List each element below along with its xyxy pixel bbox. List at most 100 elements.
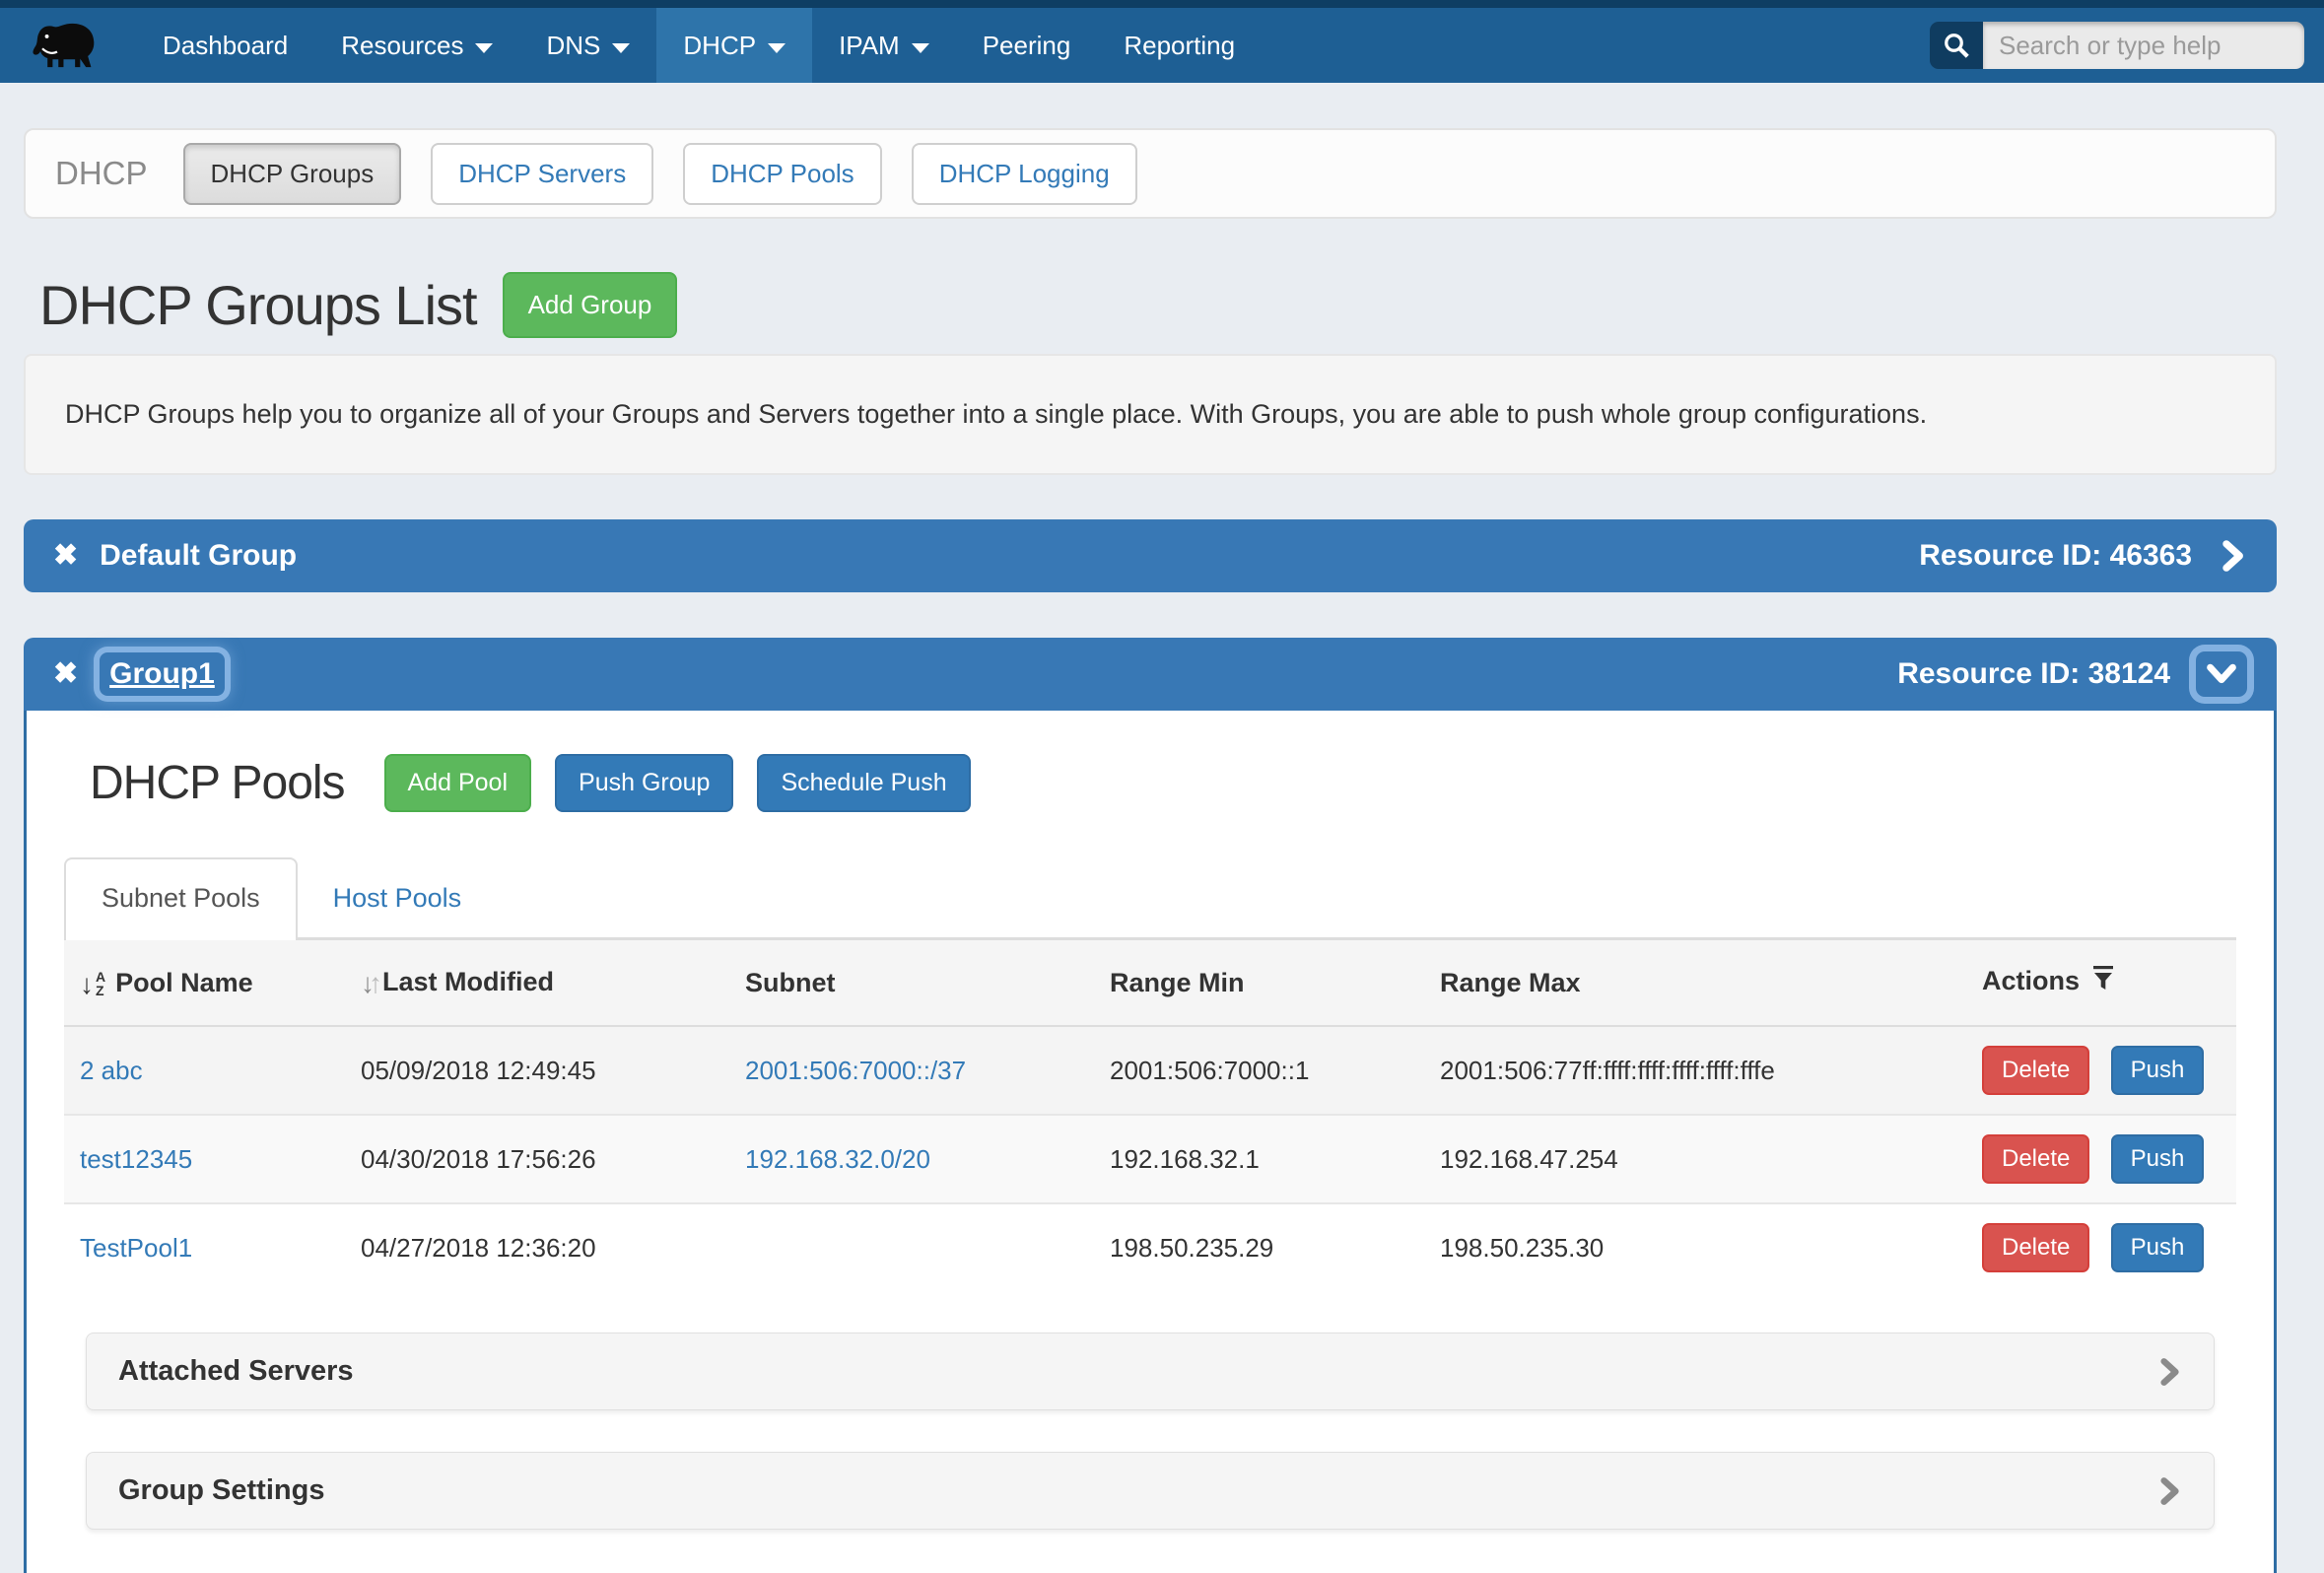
chevron-right-icon xyxy=(2156,1357,2182,1387)
sort-alpha-icon: ↓AZ xyxy=(80,971,105,998)
subnet-link[interactable]: 192.168.32.0/20 xyxy=(745,1144,930,1174)
group-settings-label: Group Settings xyxy=(118,1474,324,1507)
pools-tab-row: Subnet Pools Host Pools xyxy=(64,857,2236,940)
range-max-cell: 2001:506:77ff:ffff:ffff:ffff:ffff:fffe xyxy=(1424,1026,1966,1115)
page-title: DHCP Groups List xyxy=(39,273,477,337)
nav-item-label: Peering xyxy=(983,31,1071,61)
group1-panel-body: DHCP Pools Add Pool Push Group Schedule … xyxy=(24,711,2277,1573)
pools-title: DHCP Pools xyxy=(90,756,345,810)
description-text: DHCP Groups help you to organize all of … xyxy=(65,399,1927,429)
last-modified-cell: 05/09/2018 12:49:45 xyxy=(345,1026,729,1115)
push-button[interactable]: Push xyxy=(2111,1046,2205,1095)
page-header: DHCP Groups List Add Group xyxy=(39,272,2277,338)
column-header-range-min[interactable]: Range Min xyxy=(1094,940,1424,1026)
resource-id-label: Resource ID: 38124 xyxy=(1897,657,2170,691)
search-button[interactable] xyxy=(1930,22,1983,69)
pools-header: DHCP Pools Add Pool Push Group Schedule … xyxy=(90,754,2236,812)
nav-item-peering[interactable]: Peering xyxy=(956,8,1098,83)
table-row: TestPool1 04/27/2018 12:36:20 198.50.235… xyxy=(64,1203,2236,1291)
push-button[interactable]: Push xyxy=(2111,1134,2205,1184)
subnet-link[interactable]: 2001:506:7000::/37 xyxy=(745,1056,966,1085)
range-min-cell: 2001:506:7000::1 xyxy=(1094,1026,1424,1115)
table-row: test12345 04/30/2018 17:56:26 192.168.32… xyxy=(64,1115,2236,1203)
remove-group-icon[interactable]: ✖ xyxy=(53,541,78,571)
last-modified-cell: 04/27/2018 12:36:20 xyxy=(345,1203,729,1291)
group-name-link[interactable]: Group1 xyxy=(100,652,225,696)
nav-item-resources[interactable]: Resources xyxy=(314,8,519,83)
group-panel-group1: ✖ Group1 Resource ID: 38124 DHCP Pools A… xyxy=(24,638,2277,1573)
column-header-actions[interactable]: Actions xyxy=(1966,940,2236,1026)
nav-item-label: Reporting xyxy=(1124,31,1235,61)
group-settings-panel[interactable]: Group Settings xyxy=(86,1452,2215,1530)
column-label: Pool Name xyxy=(115,968,253,997)
nav-item-dhcp[interactable]: DHCP xyxy=(656,8,812,83)
dhcp-subnav: DHCP DHCP Groups DHCP Servers DHCP Pools… xyxy=(24,128,2277,219)
page-content: DHCP DHCP Groups DHCP Servers DHCP Pools… xyxy=(0,83,2324,1573)
pool-name-link[interactable]: test12345 xyxy=(80,1144,192,1174)
chevron-down-icon xyxy=(2206,660,2237,688)
nav-item-label: IPAM xyxy=(839,31,900,61)
nav-item-label: Resources xyxy=(341,31,463,61)
tab-dhcp-pools[interactable]: DHCP Pools xyxy=(683,143,881,205)
push-button[interactable]: Push xyxy=(2111,1223,2205,1272)
search-icon xyxy=(1942,31,1971,60)
app-logo[interactable] xyxy=(30,8,106,83)
chevron-down-icon xyxy=(912,43,929,53)
chevron-down-icon xyxy=(475,43,493,53)
column-label: Last Modified xyxy=(382,967,554,996)
tab-host-pools[interactable]: Host Pools xyxy=(298,859,498,937)
nav-item-ipam[interactable]: IPAM xyxy=(812,8,956,83)
delete-button[interactable]: Delete xyxy=(1982,1046,2089,1095)
nav-item-label: DNS xyxy=(546,31,600,61)
pool-name-link[interactable]: 2 abc xyxy=(80,1056,143,1085)
range-max-cell: 192.168.47.254 xyxy=(1424,1115,1966,1203)
column-label: Subnet xyxy=(745,968,836,997)
tab-subnet-pools[interactable]: Subnet Pools xyxy=(64,857,298,940)
search-input[interactable] xyxy=(1983,22,2304,69)
navbar-search xyxy=(1930,22,2304,69)
group-row-default[interactable]: ✖ Default Group Resource ID: 46363 xyxy=(24,519,2277,592)
main-navbar: Dashboard Resources DNS DHCP IPAM Peerin… xyxy=(0,8,2324,83)
pools-table: ↓AZ Pool Name ↓↑Last Modified Subnet Rang… xyxy=(64,940,2236,1291)
chevron-down-icon xyxy=(612,43,630,53)
column-header-pool-name[interactable]: ↓AZ Pool Name xyxy=(64,940,345,1026)
last-modified-cell: 04/30/2018 17:56:26 xyxy=(345,1115,729,1203)
column-header-range-max[interactable]: Range Max xyxy=(1424,940,1966,1026)
nav-item-dashboard[interactable]: Dashboard xyxy=(136,8,314,83)
sort-updown-icon: ↓↑ xyxy=(361,968,376,999)
group-bar-right: Resource ID: 38124 xyxy=(1897,651,2247,697)
top-strip xyxy=(0,0,2324,8)
column-header-subnet[interactable]: Subnet xyxy=(729,940,1094,1026)
add-group-button[interactable]: Add Group xyxy=(503,272,678,338)
nav-item-label: DHCP xyxy=(683,31,756,61)
nav-item-reporting[interactable]: Reporting xyxy=(1097,8,1262,83)
range-max-cell: 198.50.235.30 xyxy=(1424,1203,1966,1291)
tab-dhcp-logging[interactable]: DHCP Logging xyxy=(912,143,1137,205)
chevron-down-icon xyxy=(768,43,786,53)
tab-dhcp-servers[interactable]: DHCP Servers xyxy=(431,143,653,205)
attached-servers-panel[interactable]: Attached Servers xyxy=(86,1333,2215,1410)
delete-button[interactable]: Delete xyxy=(1982,1134,2089,1184)
group-name: Default Group xyxy=(100,539,297,573)
add-pool-button[interactable]: Add Pool xyxy=(384,754,531,812)
column-header-last-modified[interactable]: ↓↑Last Modified xyxy=(345,940,729,1026)
collapse-group-button[interactable] xyxy=(2196,651,2247,697)
delete-button[interactable]: Delete xyxy=(1982,1223,2089,1272)
schedule-push-button[interactable]: Schedule Push xyxy=(757,754,970,812)
group-row-group1[interactable]: ✖ Group1 Resource ID: 38124 xyxy=(24,638,2277,711)
column-label: Actions xyxy=(1982,966,2080,995)
nav-item-dns[interactable]: DNS xyxy=(519,8,656,83)
description-panel: DHCP Groups help you to organize all of … xyxy=(24,354,2277,475)
resource-id-label: Resource ID: 46363 xyxy=(1919,539,2192,573)
table-header-row: ↓AZ Pool Name ↓↑Last Modified Subnet Rang… xyxy=(64,940,2236,1026)
group-bar-right: Resource ID: 46363 xyxy=(1919,539,2247,573)
tab-dhcp-groups[interactable]: DHCP Groups xyxy=(183,143,402,205)
mammoth-logo-icon xyxy=(30,15,106,76)
chevron-right-icon[interactable] xyxy=(2218,539,2247,573)
push-group-button[interactable]: Push Group xyxy=(555,754,733,812)
filter-icon[interactable] xyxy=(2091,966,2115,999)
nav-menu: Dashboard Resources DNS DHCP IPAM Peerin… xyxy=(136,8,1262,83)
remove-group-icon[interactable]: ✖ xyxy=(53,659,78,689)
pool-name-link[interactable]: TestPool1 xyxy=(80,1233,192,1263)
range-min-cell: 192.168.32.1 xyxy=(1094,1115,1424,1203)
